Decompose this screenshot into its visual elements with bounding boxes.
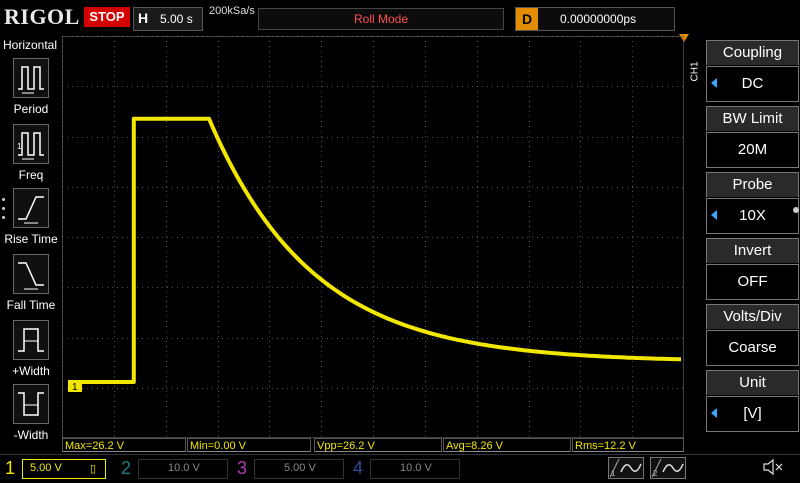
top-status-bar: RIGOL STOP H 5.00 s 200kSa/s Roll Mode D… (0, 0, 800, 36)
channel-4-scale: 10.0 V (400, 462, 432, 474)
delay-value: 0.00000000ps (560, 12, 637, 26)
volts-div-title: Volts/Div (706, 304, 799, 329)
delay-box[interactable]: D 0.00000000ps (515, 7, 675, 31)
left-menu-title: Horizontal (3, 38, 58, 52)
measure-minus-width-label: -Width (13, 428, 49, 442)
measure-rise-time-button[interactable]: Rise Time (0, 188, 62, 252)
coupling-value[interactable]: DC (706, 66, 799, 102)
delay-label: D (516, 8, 538, 30)
bw-limit-title: BW Limit (706, 106, 799, 131)
measure-freq-label: Freq (18, 168, 44, 182)
ch1-waveform (82, 116, 682, 384)
measure-rise-time-label: Rise Time (4, 232, 58, 246)
coupling-menu-item[interactable]: Coupling DC (706, 40, 799, 102)
probe-value[interactable]: 10X (706, 198, 799, 234)
run-stop-indicator[interactable]: STOP (84, 7, 130, 27)
plus-width-icon (13, 320, 49, 360)
speaker-muted-icon[interactable] (762, 458, 784, 481)
channel-status-bar: 1 5.00 V ▯ 2 10.0 V 3 5.00 V 4 10.0 V 1 … (0, 454, 800, 481)
sample-rate: 200kSa/s (209, 5, 255, 17)
minus-width-icon (13, 384, 49, 424)
measurement-vpp[interactable]: Vpp=26.2 V (314, 438, 442, 452)
left-arrow-icon (711, 78, 717, 88)
rise-time-icon (13, 188, 49, 228)
measurement-avg[interactable]: Avg=8.26 V (443, 438, 571, 452)
channel-tag: CH1 (689, 61, 701, 82)
svg-text:1: 1 (17, 142, 22, 151)
channel-1-scale: 5.00 V (30, 462, 62, 474)
probe-title: Probe (706, 172, 799, 197)
trigger-slope-button-2[interactable]: 2 (650, 457, 686, 479)
fall-time-icon (13, 254, 49, 294)
measure-fall-time-label: Fall Time (6, 298, 56, 312)
volts-div-menu-item[interactable]: Volts/Div Coarse (706, 304, 799, 366)
ch1-ground-marker[interactable]: 1 (68, 380, 82, 393)
invert-value[interactable]: OFF (706, 264, 799, 300)
invert-title: Invert (706, 238, 799, 263)
measure-plus-width-label: +Width (12, 364, 50, 378)
measurement-min[interactable]: Min=0.00 V (187, 438, 311, 452)
bw-limit-menu-item[interactable]: BW Limit 20M (706, 106, 799, 168)
menu-page-dots-icon (2, 198, 6, 225)
measure-plus-width-button[interactable]: +Width (0, 320, 62, 384)
channel-2-number: 2 (121, 458, 132, 478)
coupling-title: Coupling (706, 40, 799, 65)
unit-menu-item[interactable]: Unit [V] (706, 370, 799, 432)
trigger-wave-icon: 2 (651, 458, 684, 478)
period-icon (13, 58, 49, 98)
bw-limit-value[interactable]: 20M (706, 132, 799, 168)
channel-3-scale: 5.00 V (284, 462, 316, 474)
horizontal-measure-menu: Horizontal Period 1 Freq Rise Time Fall … (0, 36, 62, 442)
svg-text:2: 2 (653, 469, 658, 478)
volts-div-value[interactable]: Coarse (706, 330, 799, 366)
channel-3-status[interactable]: 3 5.00 V (232, 457, 346, 479)
svg-text:1: 1 (611, 469, 616, 478)
probe-menu-item[interactable]: Probe 10X (706, 172, 799, 234)
probe-value-text: 10X (739, 207, 766, 224)
channel-2-scale: 10.0 V (168, 462, 200, 474)
unit-value-text: [V] (743, 405, 762, 422)
measure-minus-width-button[interactable]: -Width (0, 384, 62, 448)
trigger-wave-icon: 1 (609, 458, 642, 478)
timebase-value: 5.00 s (160, 12, 193, 26)
waveform-display[interactable]: 1 (62, 36, 684, 438)
measurement-max[interactable]: Max=26.2 V (62, 438, 186, 452)
bw-limit-icon: ▯ (90, 463, 97, 475)
measurement-rms[interactable]: Rms=12.2 V (572, 438, 684, 452)
channel-1-status[interactable]: 1 5.00 V ▯ (0, 457, 114, 479)
channel-4-status[interactable]: 4 10.0 V (348, 457, 462, 479)
timebase-box[interactable]: H 5.00 s (133, 7, 203, 31)
measure-freq-button[interactable]: 1 Freq (0, 124, 62, 188)
channel-3-number: 3 (237, 458, 248, 478)
measurement-bar: Max=26.2 V Min=0.00 V Vpp=26.2 V Avg=8.2… (62, 438, 684, 453)
channel-2-status[interactable]: 2 10.0 V (116, 457, 230, 479)
left-arrow-icon (711, 408, 717, 418)
trigger-slope-button-1[interactable]: 1 (608, 457, 644, 479)
graticule (62, 36, 684, 438)
measure-period-label: Period (13, 102, 49, 116)
unit-value[interactable]: [V] (706, 396, 799, 432)
timebase-label: H (138, 10, 149, 26)
coupling-value-text: DC (741, 75, 764, 92)
invert-menu-item[interactable]: Invert OFF (706, 238, 799, 300)
freq-icon: 1 (13, 124, 49, 164)
left-arrow-icon (711, 210, 717, 220)
menu-page-dot-icon (793, 207, 799, 213)
acquire-mode: Roll Mode (258, 8, 504, 30)
brand-logo: RIGOL (4, 4, 80, 29)
ch1-ground-marker-label: 1 (72, 382, 78, 393)
channel-4-number: 4 (353, 458, 364, 478)
measure-period-button[interactable]: Period (0, 58, 62, 122)
unit-title: Unit (706, 370, 799, 395)
channel-1-number: 1 (5, 458, 16, 478)
measure-fall-time-button[interactable]: Fall Time (0, 254, 62, 318)
